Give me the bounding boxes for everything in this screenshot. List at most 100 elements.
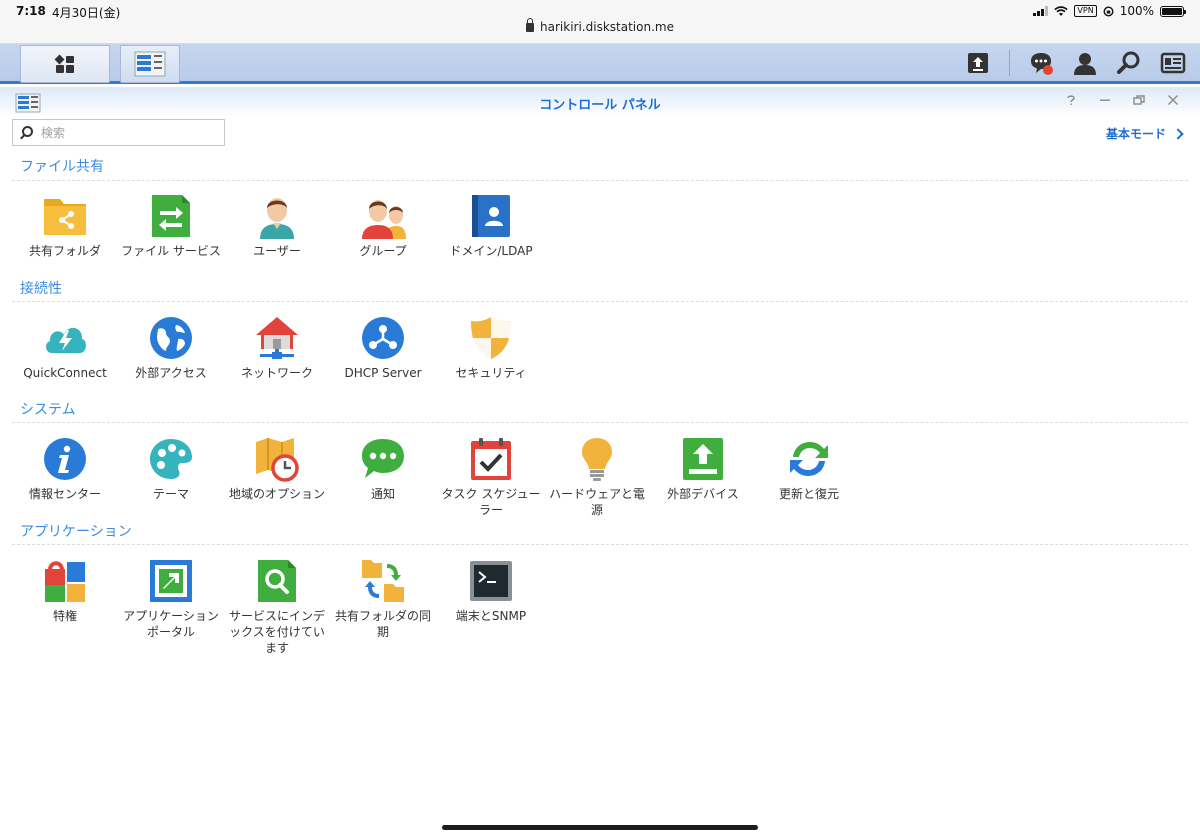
item-update-restore[interactable]: 更新と復元 xyxy=(756,436,862,502)
item-network[interactable]: ネットワーク xyxy=(224,315,330,381)
item-terminal-snmp[interactable]: 端末とSNMP xyxy=(438,558,544,624)
external-access-icon xyxy=(150,317,192,359)
minimize-icon[interactable] xyxy=(1098,93,1112,107)
item-file-services[interactable]: ファイル サービス xyxy=(118,193,224,259)
item-label: セキュリティ xyxy=(455,366,527,380)
item-label: 通知 xyxy=(370,487,395,501)
section-divider xyxy=(12,422,1188,423)
info-center-icon xyxy=(44,438,86,480)
item-security[interactable]: セキュリティ xyxy=(438,315,544,381)
cellular-signal-icon xyxy=(1033,6,1049,16)
item-label: ファイル サービス xyxy=(121,244,221,258)
item-shared-folder[interactable]: 共有フォルダ xyxy=(12,193,118,259)
basic-mode-link[interactable]: 基本モード xyxy=(1105,125,1184,142)
chevron-right-icon xyxy=(1172,127,1184,140)
item-application-portal[interactable]: アプリケーション ポータル xyxy=(118,558,224,640)
options-widget-icon[interactable] xyxy=(1160,50,1186,76)
address-bar[interactable]: harikiri.diskstation.me xyxy=(0,18,1200,34)
network-icon xyxy=(256,317,298,359)
item-label: ドメイン/LDAP xyxy=(449,244,533,258)
item-task-scheduler[interactable]: タスク スケジューラー xyxy=(438,436,544,518)
search-icon[interactable] xyxy=(1116,50,1142,76)
close-icon[interactable] xyxy=(1166,93,1180,107)
help-icon[interactable] xyxy=(1064,93,1078,107)
item-label: アプリケーション ポータル xyxy=(123,609,219,639)
main-menu-icon xyxy=(54,54,74,73)
taskbar-control-panel-button[interactable] xyxy=(120,45,180,83)
regional-options-icon xyxy=(256,438,299,482)
item-external-devices[interactable]: 外部デバイス xyxy=(650,436,756,502)
basic-mode-label: 基本モード xyxy=(1105,127,1166,141)
item-label: ネットワーク xyxy=(240,366,313,380)
item-hardware-power[interactable]: ハードウェアと電源 xyxy=(544,436,650,518)
battery-percent: 100% xyxy=(1119,4,1154,18)
upload-icon[interactable] xyxy=(965,50,991,76)
home-indicator xyxy=(442,825,758,830)
item-label: 更新と復元 xyxy=(778,487,839,501)
search-box[interactable] xyxy=(12,119,225,146)
window-header: コントロール パネル xyxy=(0,87,1200,117)
file-services-icon xyxy=(152,195,190,237)
shared-folder-sync-icon xyxy=(362,560,404,602)
section-title-connectivity: 接続性 xyxy=(20,281,62,297)
item-group[interactable]: グループ xyxy=(330,193,436,259)
item-label: 端末とSNMP xyxy=(455,609,527,623)
item-external-access[interactable]: 外部アクセス xyxy=(118,315,224,381)
update-restore-icon xyxy=(790,442,828,476)
item-label: 外部アクセス xyxy=(135,366,207,380)
task-scheduler-icon xyxy=(471,438,511,480)
hardware-power-icon xyxy=(582,438,612,481)
item-notification[interactable]: 通知 xyxy=(330,436,436,502)
dhcp-server-icon xyxy=(362,317,404,359)
section-title-system: システム xyxy=(20,402,76,418)
item-label: 地域のオプション xyxy=(228,487,325,501)
item-quickconnect[interactable]: QuickConnect xyxy=(12,315,118,381)
item-label: 特権 xyxy=(52,609,77,623)
status-time: 7:18 xyxy=(16,4,46,18)
search-icon xyxy=(22,126,33,137)
item-dhcp-server[interactable]: DHCP Server xyxy=(330,315,436,381)
item-label: 共有フォルダ xyxy=(28,244,101,258)
privileges-icon xyxy=(45,561,85,602)
item-indexing-service[interactable]: サービスにインデックスを付けています xyxy=(224,558,330,656)
item-label: QuickConnect xyxy=(23,366,107,380)
section-divider xyxy=(12,180,1188,181)
item-info-center[interactable]: 情報センター xyxy=(12,436,118,502)
notifications-icon[interactable] xyxy=(1028,50,1054,76)
screen: 7:18 4月30日(金) harikiri.diskstation.me VP… xyxy=(0,0,1200,838)
main-menu-button[interactable] xyxy=(20,45,110,83)
item-label: テーマ xyxy=(152,487,189,501)
domain-ldap-icon xyxy=(472,195,510,237)
window-controls xyxy=(1064,93,1180,107)
item-label: タスク スケジューラー xyxy=(441,487,541,517)
item-label: サービスにインデックスを付けています xyxy=(228,609,325,655)
battery-icon xyxy=(1160,5,1186,17)
wifi-icon xyxy=(1054,5,1069,16)
item-user[interactable]: ユーザー xyxy=(224,193,330,259)
control-panel-icon xyxy=(134,51,166,77)
item-label: ハードウェアと電源 xyxy=(549,487,645,517)
section-title-applications: アプリケーション xyxy=(20,524,132,540)
item-regional-options[interactable]: 地域のオプション xyxy=(224,436,330,502)
item-shared-folder-sync[interactable]: 共有フォルダの同期 xyxy=(330,558,436,640)
item-label: 共有フォルダの同期 xyxy=(334,609,431,639)
item-label: 情報センター xyxy=(28,487,101,501)
status-bar: 7:18 4月30日(金) harikiri.diskstation.me VP… xyxy=(0,0,1200,44)
item-domain-ldap[interactable]: ドメイン/LDAP xyxy=(438,193,544,259)
item-theme[interactable]: テーマ xyxy=(118,436,224,502)
status-indicators: VPN 100% xyxy=(1033,4,1186,18)
quickconnect-icon xyxy=(46,327,86,353)
group-icon xyxy=(362,200,406,239)
restore-icon[interactable] xyxy=(1132,93,1146,107)
indexing-service-icon xyxy=(258,560,296,602)
status-date: 4月30日(金) xyxy=(52,6,121,20)
section-title-file-sharing: ファイル共有 xyxy=(20,159,104,175)
item-privileges[interactable]: 特権 xyxy=(12,558,118,624)
item-label: DHCP Server xyxy=(344,366,422,380)
item-label: 外部デバイス xyxy=(667,487,739,501)
user-account-icon[interactable] xyxy=(1072,50,1098,76)
lock-icon xyxy=(526,18,535,32)
external-devices-icon xyxy=(683,438,723,480)
application-portal-icon xyxy=(150,560,192,602)
search-input[interactable] xyxy=(41,123,221,142)
